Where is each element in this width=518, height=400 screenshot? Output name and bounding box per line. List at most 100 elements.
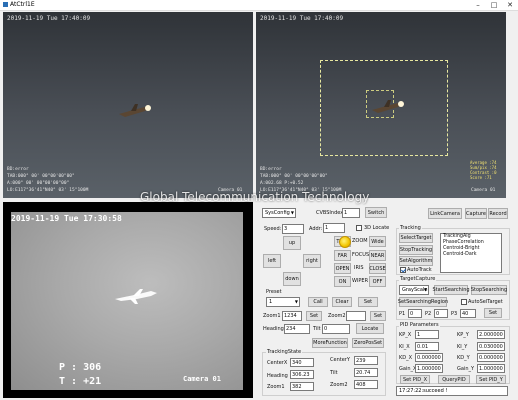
kd-y-input[interactable]: 0.000000 bbox=[477, 353, 505, 362]
focus-far-button[interactable]: FAR bbox=[334, 250, 351, 261]
iris-open-button[interactable]: OPEN bbox=[334, 263, 351, 274]
wiper-off-button[interactable]: OFF bbox=[369, 276, 386, 287]
zoom2-state-label: Zoom2 bbox=[330, 382, 348, 388]
preset-value: 1 bbox=[269, 299, 273, 305]
auto-track-label: AutoTrack bbox=[407, 267, 432, 273]
3d-locate-checkbox[interactable] bbox=[356, 225, 362, 231]
cvbs-index-input[interactable]: 1 bbox=[342, 208, 360, 218]
select-target-button[interactable]: SelectTarget bbox=[399, 233, 433, 243]
tracking-algorithm-list[interactable]: TrackingAlg PhaseCorrelation Centroid-Br… bbox=[440, 233, 502, 273]
tilt-state-label: Tilt bbox=[330, 370, 338, 376]
locate-button[interactable]: Locate bbox=[356, 323, 384, 334]
zoom2-state-value: 408 bbox=[354, 380, 378, 389]
kp-y-input[interactable]: 2.000000 bbox=[477, 330, 505, 339]
gain-x-input[interactable]: 1.000000 bbox=[415, 364, 443, 373]
sysconfig-value: SysConfig bbox=[265, 210, 290, 216]
chevron-down-icon: ▼ bbox=[294, 299, 298, 304]
tilt-label: Tilt bbox=[313, 326, 321, 332]
pan-up-button[interactable]: up bbox=[283, 236, 301, 250]
center-x-value: 340 bbox=[290, 358, 314, 367]
zoom-wide-button[interactable]: Wide bbox=[369, 236, 386, 247]
pid-parameters-label: PID Parameters bbox=[399, 322, 440, 328]
minimize-button[interactable]: – bbox=[470, 0, 486, 10]
camera-view-top-right[interactable]: 2019-11-19 Tue 17:40:09 BD:error TAB:000… bbox=[256, 12, 506, 198]
link-camera-button[interactable]: LinkCamera bbox=[428, 208, 462, 219]
p1-input[interactable]: 0 bbox=[408, 309, 422, 318]
gain-x-label: Gain_X bbox=[399, 366, 417, 372]
preset-set-button[interactable]: Set bbox=[358, 297, 378, 307]
zoom2-set-button[interactable]: Set bbox=[370, 311, 386, 321]
zoom2-input[interactable] bbox=[346, 311, 366, 321]
timestamp: 2019-11-19 Tue 17:40:09 bbox=[260, 15, 344, 22]
query-pid-button[interactable]: QueryPID bbox=[438, 375, 470, 384]
ki-y-input[interactable]: 0.030000 bbox=[477, 342, 505, 351]
auto-sel-target-label: AutoSelTarget bbox=[468, 299, 503, 305]
auto-track-checkbox[interactable] bbox=[400, 267, 406, 273]
p3-input[interactable]: 40 bbox=[460, 309, 476, 318]
app-icon bbox=[3, 2, 8, 7]
switch-button[interactable]: Switch bbox=[365, 207, 387, 218]
track-info-4: Score :71 bbox=[470, 175, 492, 180]
zoom1-input[interactable]: 1234 bbox=[282, 311, 302, 321]
wiper-label: WIPER bbox=[352, 278, 369, 284]
osd-line-3: A:002.68 P:+0.52 bbox=[260, 181, 304, 186]
osd-line-2: TAB:000° 00' 00"00'00"00" bbox=[7, 174, 75, 179]
preset-label: Preset bbox=[266, 289, 282, 295]
auto-sel-target-checkbox[interactable] bbox=[461, 299, 467, 305]
3d-locate-label: 3D Locate bbox=[364, 225, 390, 231]
osd-line-1: BD:error bbox=[260, 167, 282, 172]
ki-x-input[interactable]: 0.01 bbox=[415, 342, 439, 351]
pan-left-button[interactable]: left bbox=[263, 254, 281, 268]
zoom-knob-icon bbox=[339, 236, 351, 248]
set-algorithm-button[interactable]: SetAlgorithm bbox=[399, 256, 433, 266]
capture-button[interactable]: Capture bbox=[465, 208, 487, 219]
center-y-value: 239 bbox=[354, 356, 378, 365]
preset-clear-button[interactable]: Clear bbox=[332, 297, 352, 307]
camera-view-top-left[interactable]: 2019-11-19 Tue 17:40:09 BD:error TAB:000… bbox=[3, 12, 253, 198]
capture-mode-dropdown[interactable]: GrayScale ▼ bbox=[399, 285, 429, 295]
close-window-button[interactable]: ✕ bbox=[502, 0, 518, 10]
ki-y-label: KI_Y bbox=[457, 344, 468, 350]
title-bar: AtCtrl1E – □ ✕ bbox=[0, 0, 518, 11]
preset-dropdown[interactable]: 1 ▼ bbox=[266, 297, 300, 307]
addr-input[interactable]: 1 bbox=[323, 223, 345, 233]
kd-x-input[interactable]: 0.000000 bbox=[415, 353, 443, 362]
record-button[interactable]: Record bbox=[488, 208, 508, 219]
p2-input[interactable]: 0 bbox=[434, 309, 448, 318]
wiper-on-button[interactable]: ON bbox=[334, 276, 351, 287]
center-y-label: CenterY bbox=[330, 357, 350, 363]
stop-searching-button[interactable]: StopSearching bbox=[471, 285, 507, 295]
camera-view-ir[interactable]: 2019-11-19 Tue 17:30:58 P : 306 T : +21 … bbox=[3, 202, 253, 398]
zoom1-set-button[interactable]: Set bbox=[306, 311, 322, 321]
center-x-label: CenterX bbox=[267, 360, 288, 366]
speed-input[interactable]: 3 bbox=[282, 224, 304, 234]
chevron-down-icon: ▼ bbox=[423, 287, 427, 292]
more-function-button[interactable]: MoreFunction bbox=[312, 338, 348, 348]
set-searching-region-button[interactable]: SetSearchingRegion bbox=[398, 297, 448, 307]
airplane-image bbox=[372, 100, 404, 113]
osd-line-4: LO:E117°36'41"N40° 03' 15"100M bbox=[7, 188, 89, 193]
zoom-label: ZOOM bbox=[352, 238, 368, 244]
preset-call-button[interactable]: Call bbox=[308, 297, 328, 307]
set-pid-x-button[interactable]: Set PID_X bbox=[400, 375, 430, 384]
osd-line-2: TAB:000° 00' 00"00'00"00" bbox=[260, 174, 328, 179]
p3-label: P3 bbox=[451, 311, 458, 317]
kp-x-input[interactable]: 1 bbox=[415, 330, 439, 339]
start-searching-button[interactable]: StartSearching bbox=[432, 285, 470, 295]
heading-input[interactable]: 234 bbox=[284, 324, 310, 334]
tilt-input[interactable]: 0 bbox=[322, 324, 350, 334]
gain-y-input[interactable]: 1.000000 bbox=[477, 364, 505, 373]
list-item[interactable]: Centroid-Dark bbox=[441, 252, 501, 258]
pan-down-button[interactable]: down bbox=[283, 272, 301, 286]
heading-state-value: 306.23 bbox=[290, 370, 314, 379]
pan-right-button[interactable]: right bbox=[303, 254, 321, 268]
zoom1-label: Zoom1 bbox=[263, 313, 281, 319]
set-pid-y-button[interactable]: Set PID_Y bbox=[476, 375, 506, 384]
target-capture-set-button[interactable]: Set bbox=[484, 308, 502, 318]
maximize-button[interactable]: □ bbox=[486, 0, 502, 10]
focus-near-button[interactable]: NEAR bbox=[369, 250, 386, 261]
sysconfig-dropdown[interactable]: SysConfig ▼ bbox=[262, 208, 296, 218]
zero-pos-set-button[interactable]: ZeroPosSet bbox=[352, 338, 384, 348]
stop-tracking-button[interactable]: StopTracking bbox=[399, 245, 433, 255]
iris-close-button[interactable]: CLOSE bbox=[369, 263, 386, 274]
